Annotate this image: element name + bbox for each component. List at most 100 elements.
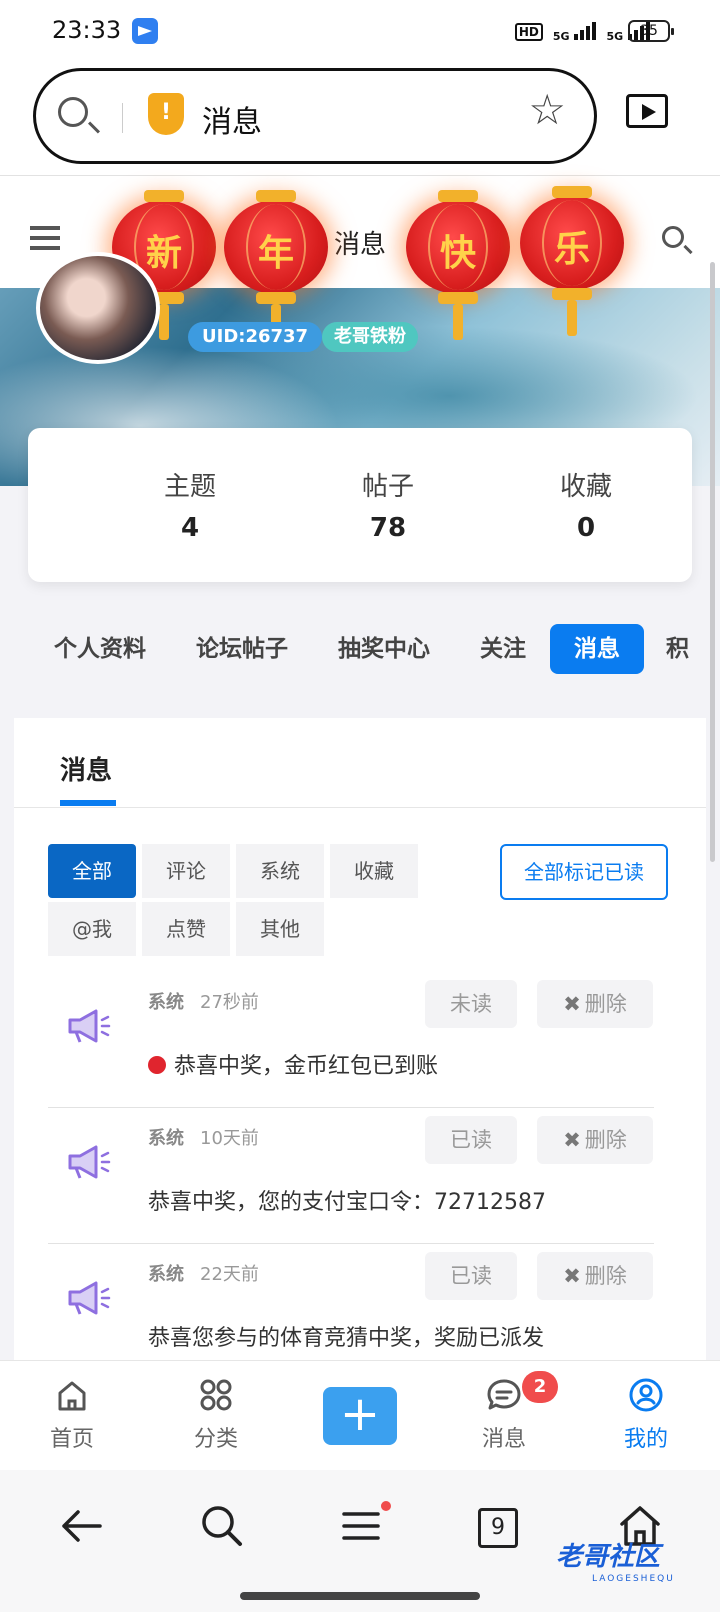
home-icon	[58, 1381, 86, 1411]
level-badge: 老哥铁粉	[322, 322, 418, 352]
message-body: 恭喜中奖，金币红包已到账	[174, 1054, 439, 1079]
message-type: 系统	[148, 1128, 184, 1149]
title-underline	[60, 800, 116, 806]
tab-label: 消息	[481, 1427, 526, 1452]
message-time: 22天前	[200, 1264, 259, 1285]
tab-mine[interactable]: 我的	[596, 1375, 696, 1453]
close-icon: ✖	[563, 1128, 581, 1152]
grid-icon	[200, 1379, 232, 1411]
search-icon[interactable]	[192, 1496, 252, 1556]
stat-value: 0	[576, 513, 596, 543]
panel-title: 消息	[60, 756, 113, 786]
tab-label: 我的	[623, 1427, 668, 1452]
stat-label: 收藏	[559, 472, 612, 502]
stat-value: 4	[180, 513, 200, 543]
stat-value: 78	[369, 513, 407, 543]
user-icon	[629, 1378, 663, 1412]
menu-icon[interactable]	[332, 1496, 392, 1556]
delete-label: 删除	[584, 1128, 627, 1152]
delete-button[interactable]: ✖ 删除	[537, 980, 653, 1028]
address-text[interactable]: 消息	[202, 97, 262, 141]
divider	[122, 103, 123, 133]
bookmark-star-icon[interactable]: ☆	[528, 89, 566, 131]
megaphone-icon	[68, 1009, 111, 1043]
watermark-logo: 老哥社区	[556, 1542, 661, 1572]
message-text[interactable]: 恭喜中奖，金币红包已到账	[148, 1048, 438, 1080]
lantern-text: 快	[439, 233, 476, 274]
video-icon[interactable]	[626, 94, 668, 128]
browser-bar: ! 消息 ☆	[0, 64, 720, 176]
tab-forum-posts[interactable]: 论坛帖子	[196, 624, 288, 674]
filter-likes[interactable]: 点赞	[142, 902, 230, 956]
battery-icon: 35	[628, 20, 674, 42]
stat-posts[interactable]: 帖子 78	[308, 466, 468, 543]
message-type: 系统	[148, 1264, 184, 1285]
stat-label: 帖子	[361, 472, 414, 502]
read-state-button[interactable]: 已读	[425, 1252, 517, 1300]
search-icon[interactable]	[58, 97, 88, 127]
mark-all-read-button[interactable]: 全部标记已读	[500, 844, 668, 900]
tab-category[interactable]: 分类	[166, 1375, 266, 1453]
tab-home[interactable]: 首页	[22, 1375, 122, 1453]
delete-label: 删除	[584, 992, 627, 1016]
message-time: 10天前	[200, 1128, 259, 1149]
lantern-decoration: 快	[406, 190, 510, 340]
filter-system[interactable]: 系统	[236, 844, 324, 898]
message-count-badge: 2	[522, 1371, 558, 1403]
lantern-text: 乐	[553, 229, 590, 270]
tab-label: 首页	[49, 1427, 94, 1452]
back-arrow-icon[interactable]	[52, 1496, 112, 1556]
stats-card: 主题 4 帖子 78 收藏 0	[28, 428, 692, 582]
megaphone-icon	[68, 1281, 111, 1315]
read-state-button[interactable]: 未读	[425, 980, 517, 1028]
delete-button[interactable]: ✖ 删除	[537, 1252, 653, 1300]
close-icon: ✖	[563, 992, 581, 1016]
filter-all[interactable]: 全部	[48, 844, 136, 898]
tab-points[interactable]: 积	[666, 624, 689, 674]
delete-label: 删除	[584, 1264, 627, 1288]
tab-follow[interactable]: 关注	[480, 624, 526, 674]
tab-messages[interactable]: 消息	[550, 624, 644, 674]
lantern-text: 年	[257, 233, 294, 274]
add-post-button[interactable]: +	[323, 1387, 397, 1445]
uid-badge: UID:26737	[188, 322, 323, 352]
menu-icon[interactable]	[30, 226, 60, 250]
filter-other[interactable]: 其他	[236, 902, 324, 956]
filter-mentions[interactable]: @我	[48, 902, 136, 956]
read-state-button[interactable]: 已读	[425, 1116, 517, 1164]
stat-favorites[interactable]: 收藏 0	[506, 466, 666, 543]
delete-button[interactable]: ✖ 删除	[537, 1116, 653, 1164]
clock: 23:33	[52, 16, 122, 44]
filter-comments[interactable]: 评论	[142, 844, 230, 898]
stat-label: 主题	[163, 472, 216, 502]
chat-icon	[487, 1379, 521, 1410]
message-text[interactable]: 恭喜您参与的体育竞猜中奖，奖励已派发	[148, 1320, 544, 1352]
list-item[interactable]: 系统 27秒前 未读 ✖ 删除 恭喜中奖，金币红包已到账	[48, 972, 654, 1108]
security-shield-icon[interactable]: !	[148, 93, 184, 135]
stat-topics[interactable]: 主题 4	[110, 466, 270, 543]
messages-panel: 消息 全部 评论 系统 收藏 @我 点赞 其他 全部标记已读 系统 27秒前 未…	[14, 718, 706, 1380]
filter-favorites[interactable]: 收藏	[330, 844, 418, 898]
message-text[interactable]: 恭喜中奖，您的支付宝口令：72712587	[148, 1184, 546, 1216]
page-title: 消息	[334, 230, 387, 260]
search-icon[interactable]	[662, 226, 684, 248]
app-tabbar: 首页 分类 + 消息 2 我的	[0, 1360, 720, 1470]
close-icon: ✖	[563, 1264, 581, 1288]
status-bar: 23:33 HD 5G 5G 35	[0, 0, 720, 64]
tab-lottery[interactable]: 抽奖中心	[338, 624, 430, 674]
tab-profile[interactable]: 个人资料	[54, 624, 146, 674]
notification-app-icon	[132, 18, 158, 44]
scrollbar[interactable]	[710, 262, 715, 862]
megaphone-icon	[68, 1145, 111, 1179]
home-indicator[interactable]	[240, 1592, 480, 1600]
panel-header: 消息	[14, 718, 706, 808]
signal-icon: 5G	[553, 20, 597, 44]
tabs-count: 9	[491, 1515, 505, 1540]
address-bar[interactable]: ! 消息 ☆	[33, 68, 597, 164]
avatar[interactable]	[36, 252, 160, 364]
unread-dot	[148, 1056, 166, 1074]
list-item[interactable]: 系统 10天前 已读 ✖ 删除 恭喜中奖，您的支付宝口令：72712587	[48, 1108, 654, 1244]
hd-icon: HD	[514, 23, 543, 41]
lantern-decoration: 年	[224, 190, 328, 340]
tabs-button[interactable]: 9	[478, 1508, 518, 1548]
